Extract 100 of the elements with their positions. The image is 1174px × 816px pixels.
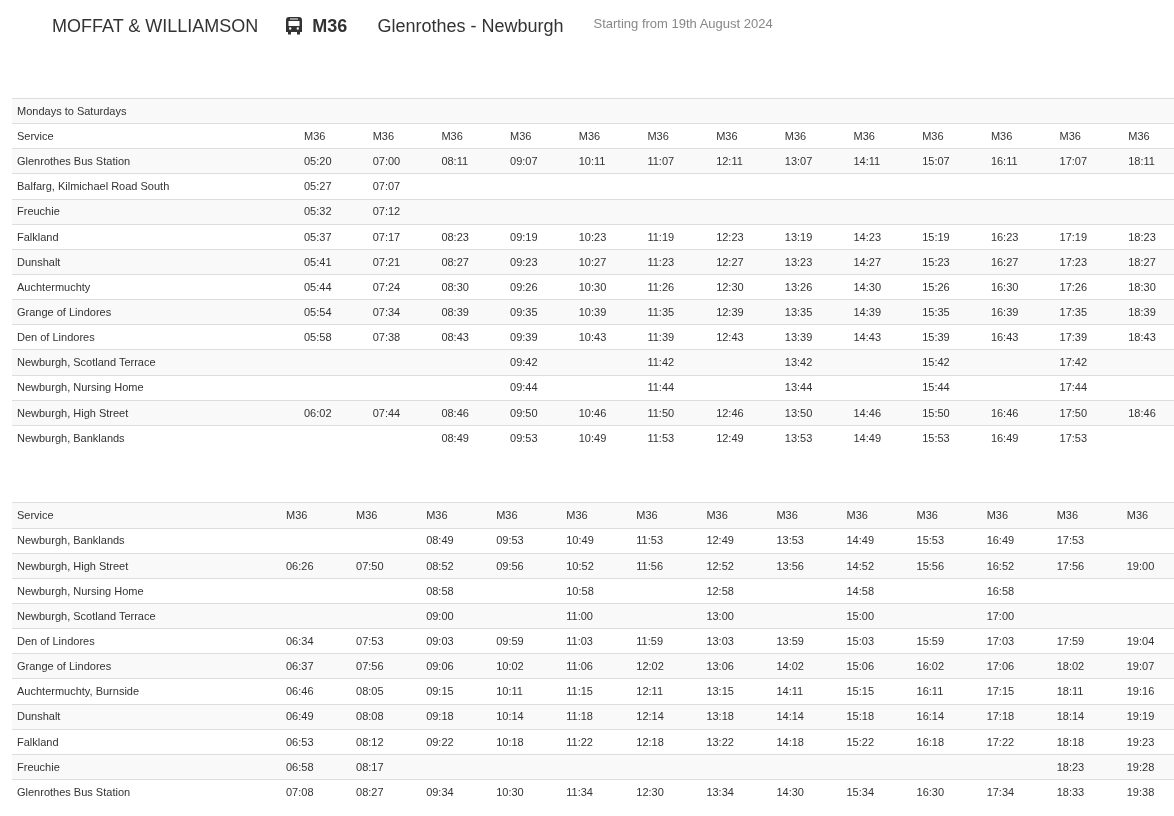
time-cell: 18:11 xyxy=(1123,148,1174,174)
time-cell: 13:56 xyxy=(771,553,842,579)
time-cell: 18:14 xyxy=(1051,704,1122,730)
time-cell: 18:39 xyxy=(1123,299,1174,325)
time-cell: 19:00 xyxy=(1121,553,1174,579)
stop-name: Grange of Lindores xyxy=(12,299,299,325)
time-cell: 09:42 xyxy=(505,349,574,376)
time-cell: 09:06 xyxy=(421,653,492,679)
time-cell: 09:34 xyxy=(421,779,492,805)
timetable-title: Mondays to Saturdays xyxy=(12,98,1174,124)
time-cell: 09:00 xyxy=(421,603,492,629)
service-header: M36 xyxy=(631,502,702,529)
time-cell: 10:39 xyxy=(573,299,643,325)
time-cell: 11:23 xyxy=(642,249,712,275)
time-cell: 10:52 xyxy=(561,553,632,579)
time-cell: 18:23 xyxy=(1051,754,1122,780)
time-cell: 08:52 xyxy=(421,553,492,579)
service-header: M36 xyxy=(701,502,772,529)
time-cell: 13:35 xyxy=(779,299,849,325)
time-cell: 19:28 xyxy=(1121,754,1174,780)
time-cell: 08:11 xyxy=(436,148,506,174)
time-cell: 16:49 xyxy=(985,425,1055,451)
stop-name: Glenrothes Bus Station xyxy=(12,148,299,174)
time-cell: 14:11 xyxy=(848,148,918,174)
time-cell: 17:53 xyxy=(1054,425,1124,451)
time-cell: 15:18 xyxy=(841,704,912,730)
time-cell: 11:35 xyxy=(642,299,712,325)
time-cell: 11:06 xyxy=(561,653,632,679)
time-cell: 15:42 xyxy=(917,349,986,376)
time-cell: 14:49 xyxy=(848,425,918,451)
time-cell: 07:00 xyxy=(367,148,437,174)
time-cell: 17:00 xyxy=(981,603,1052,629)
time-cell: 16:02 xyxy=(911,653,982,679)
stop-name: Newburgh, Banklands xyxy=(12,425,299,451)
time-cell: 19:07 xyxy=(1121,653,1174,679)
time-cell: 19:19 xyxy=(1121,704,1174,730)
time-cell: 11:18 xyxy=(561,704,632,730)
time-cell: 17:56 xyxy=(1051,553,1122,579)
time-cell: 18:33 xyxy=(1051,779,1122,805)
time-cell: 14:02 xyxy=(771,653,842,679)
stop-name: Freuchie xyxy=(12,754,281,780)
route-number: M36 xyxy=(312,15,348,38)
time-cell: 13:50 xyxy=(779,400,849,426)
service-header: M36 xyxy=(421,502,492,529)
time-cell: 09:07 xyxy=(505,148,574,174)
time-cell: 15:34 xyxy=(841,779,912,805)
time-cell: 13:53 xyxy=(779,425,849,451)
time-cell: 18:27 xyxy=(1123,249,1174,275)
time-cell: 12:46 xyxy=(711,400,780,426)
time-cell: 15:53 xyxy=(917,425,986,451)
time-cell: 14:14 xyxy=(771,704,842,730)
stop-name: Dunshalt xyxy=(12,704,281,730)
time-cell: 11:53 xyxy=(642,425,712,451)
stop-name: Freuchie xyxy=(12,199,299,225)
service-header: M36 xyxy=(491,502,562,529)
time-cell: 07:56 xyxy=(351,653,422,679)
time-cell: 10:49 xyxy=(573,425,643,451)
time-cell: 16:39 xyxy=(985,299,1055,325)
time-cell: 10:27 xyxy=(573,249,643,275)
time-cell: 11:07 xyxy=(642,148,712,174)
time-cell: 10:46 xyxy=(573,400,643,426)
time-cell: 15:00 xyxy=(841,603,912,629)
start-date: Starting from 19th August 2024 xyxy=(593,15,773,33)
time-cell: 12:02 xyxy=(631,653,702,679)
time-cell: 08:27 xyxy=(351,779,422,805)
time-cell: 05:54 xyxy=(299,299,368,325)
time-cell: 06:37 xyxy=(281,653,352,679)
time-cell: 14:46 xyxy=(848,400,918,426)
operator-name: MOFFAT & WILLIAMSON xyxy=(52,15,259,38)
time-cell: 07:08 xyxy=(281,779,352,805)
time-cell: 07:12 xyxy=(367,199,437,225)
service-header: M36 xyxy=(561,502,632,529)
time-cell: 14:39 xyxy=(848,299,918,325)
time-cell: 14:30 xyxy=(771,779,842,805)
time-cell: 09:56 xyxy=(491,553,562,579)
time-cell: 13:18 xyxy=(701,704,772,730)
time-cell: 07:50 xyxy=(351,553,422,579)
bus-icon xyxy=(286,17,303,35)
time-cell: 16:14 xyxy=(911,704,982,730)
time-cell: 10:14 xyxy=(491,704,562,730)
service-header: M36 xyxy=(281,502,352,529)
time-cell: 12:49 xyxy=(711,425,780,451)
time-cell: 10:02 xyxy=(491,653,562,679)
time-cell: 09:23 xyxy=(505,249,574,275)
time-cell: 08:17 xyxy=(351,754,422,780)
time-cell: 15:35 xyxy=(917,299,986,325)
time-cell: 14:52 xyxy=(841,553,912,579)
time-cell: 06:49 xyxy=(281,704,352,730)
stop-name: Grange of Lindores xyxy=(12,653,281,679)
time-cell: 15:50 xyxy=(917,400,986,426)
time-cell: 14:27 xyxy=(848,249,918,275)
time-cell: 05:41 xyxy=(299,249,368,275)
time-cell: 06:26 xyxy=(281,553,352,579)
stop-name: Dunshalt xyxy=(12,249,299,275)
time-cell: 07:44 xyxy=(367,400,437,426)
column-header: Service xyxy=(12,502,281,529)
time-cell: 10:11 xyxy=(573,148,643,174)
stop-name: Newburgh, High Street xyxy=(12,400,299,426)
time-cell: 13:06 xyxy=(701,653,772,679)
time-cell: 13:42 xyxy=(779,349,849,376)
